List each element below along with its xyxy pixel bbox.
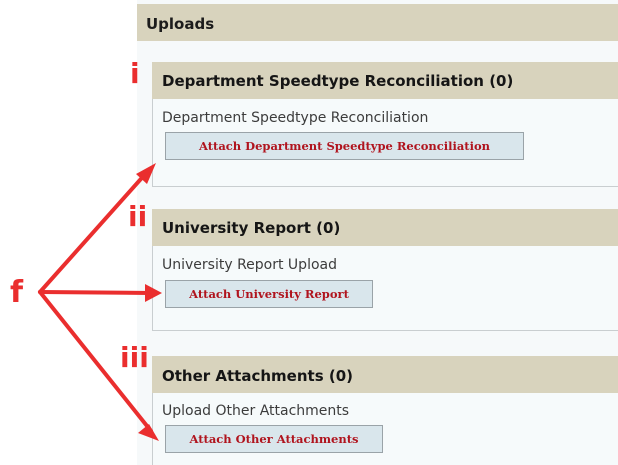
arrowhead-university-report [145, 284, 162, 302]
arrowhead-other-attachments [138, 424, 159, 441]
arrow-to-university-report [38, 290, 152, 295]
marker-iii: iii [120, 341, 149, 374]
marker-ii: ii [128, 200, 148, 233]
marker-f: f [10, 275, 24, 310]
annotation-arrows [38, 163, 162, 441]
marker-i: i [130, 57, 140, 90]
